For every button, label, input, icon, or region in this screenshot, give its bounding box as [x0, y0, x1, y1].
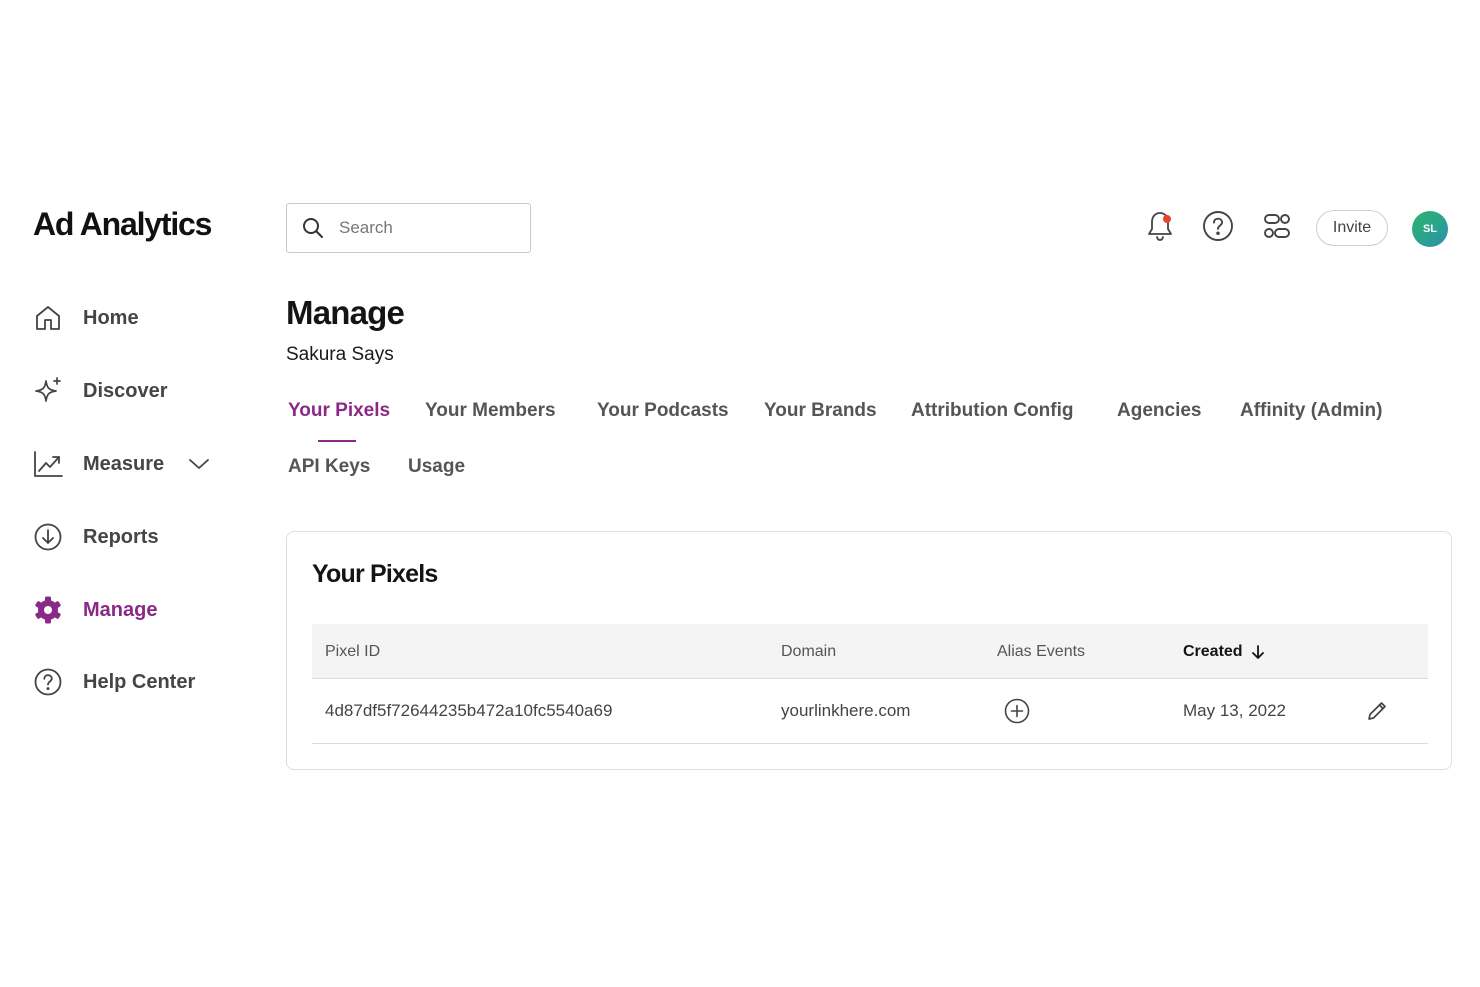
- page-subtitle: Sakura Says: [286, 344, 394, 365]
- sidebar-item-measure[interactable]: Measure: [32, 442, 232, 486]
- pixel-id-cell: 4d87df5f72644235b472a10fc5540a69: [325, 701, 613, 720]
- plus-circle-icon: [1004, 698, 1030, 724]
- tab-attribution-config[interactable]: Attribution Config: [911, 400, 1074, 422]
- tab-your-pixels[interactable]: Your Pixels: [288, 400, 390, 422]
- column-header-alias-events[interactable]: Alias Events: [997, 624, 1085, 679]
- chart-line-icon: [32, 448, 64, 480]
- tab-your-members[interactable]: Your Members: [425, 400, 556, 422]
- sidebar-item-home[interactable]: Home: [32, 296, 232, 340]
- table-header: Pixel ID Domain Alias Events Created: [312, 624, 1428, 679]
- column-header-created[interactable]: Created: [1183, 624, 1265, 679]
- edit-pixel-button[interactable]: [1365, 679, 1389, 743]
- table-row: 4d87df5f72644235b472a10fc5540a69 yourlin…: [312, 679, 1428, 744]
- sidebar-item-manage[interactable]: Manage: [32, 588, 232, 632]
- pixels-card: Your Pixels Pixel ID Domain Alias Events…: [286, 531, 1452, 770]
- tab-usage[interactable]: Usage: [408, 456, 465, 478]
- active-tab-indicator: [318, 440, 356, 442]
- column-header-domain[interactable]: Domain: [781, 624, 836, 679]
- sidebar-item-label: Reports: [83, 525, 159, 548]
- sidebar-item-label: Manage: [83, 598, 158, 621]
- help-circle-icon: [1202, 210, 1234, 247]
- tab-your-brands[interactable]: Your Brands: [764, 400, 877, 422]
- column-header-pixel-id[interactable]: Pixel ID: [325, 624, 380, 679]
- search-input[interactable]: [337, 217, 521, 239]
- help-button[interactable]: [1201, 210, 1235, 247]
- notifications-button[interactable]: [1143, 211, 1177, 245]
- tab-api-keys[interactable]: API Keys: [288, 456, 370, 478]
- app-root: Ad Analytics Home Discover Measure Repor…: [0, 0, 1480, 987]
- sidebar-item-label: Discover: [83, 379, 168, 402]
- settings-toggle-button[interactable]: [1260, 211, 1294, 245]
- sidebar-item-label: Home: [83, 306, 139, 329]
- help-circle-icon: [32, 666, 64, 698]
- search-icon: [301, 216, 325, 240]
- toggles-icon: [1261, 210, 1293, 247]
- notification-dot: [1163, 215, 1171, 223]
- sidebar-item-reports[interactable]: Reports: [32, 515, 232, 559]
- tab-your-podcasts[interactable]: Your Podcasts: [597, 400, 729, 422]
- gear-icon: [32, 594, 64, 626]
- arrow-down-icon: [1251, 644, 1265, 660]
- invite-button[interactable]: Invite: [1316, 210, 1388, 246]
- bell-icon: [1144, 209, 1176, 248]
- app-logo[interactable]: Ad Analytics: [33, 206, 212, 243]
- sidebar-item-label: Measure: [83, 452, 165, 475]
- created-date-cell: May 13, 2022: [1183, 701, 1287, 720]
- sparkle-icon: [32, 375, 64, 407]
- home-icon: [32, 302, 64, 334]
- tab-affinity-admin[interactable]: Affinity (Admin): [1240, 400, 1382, 422]
- avatar[interactable]: SL: [1412, 211, 1448, 247]
- search-box[interactable]: [286, 203, 531, 253]
- column-header-label: Created: [1183, 642, 1243, 660]
- add-alias-event-button[interactable]: [1003, 679, 1031, 743]
- pencil-icon: [1366, 700, 1388, 722]
- chevron-down-icon[interactable]: [188, 457, 210, 471]
- tab-agencies[interactable]: Agencies: [1117, 400, 1201, 422]
- page-title: Manage: [286, 294, 405, 331]
- sidebar-item-label: Help Center: [83, 670, 196, 693]
- sidebar-item-discover[interactable]: Discover: [32, 369, 232, 413]
- card-title: Your Pixels: [312, 560, 438, 588]
- domain-cell: yourlinkhere.com: [781, 701, 911, 720]
- sidebar-item-help-center[interactable]: Help Center: [32, 660, 232, 704]
- download-circle-icon: [32, 521, 64, 553]
